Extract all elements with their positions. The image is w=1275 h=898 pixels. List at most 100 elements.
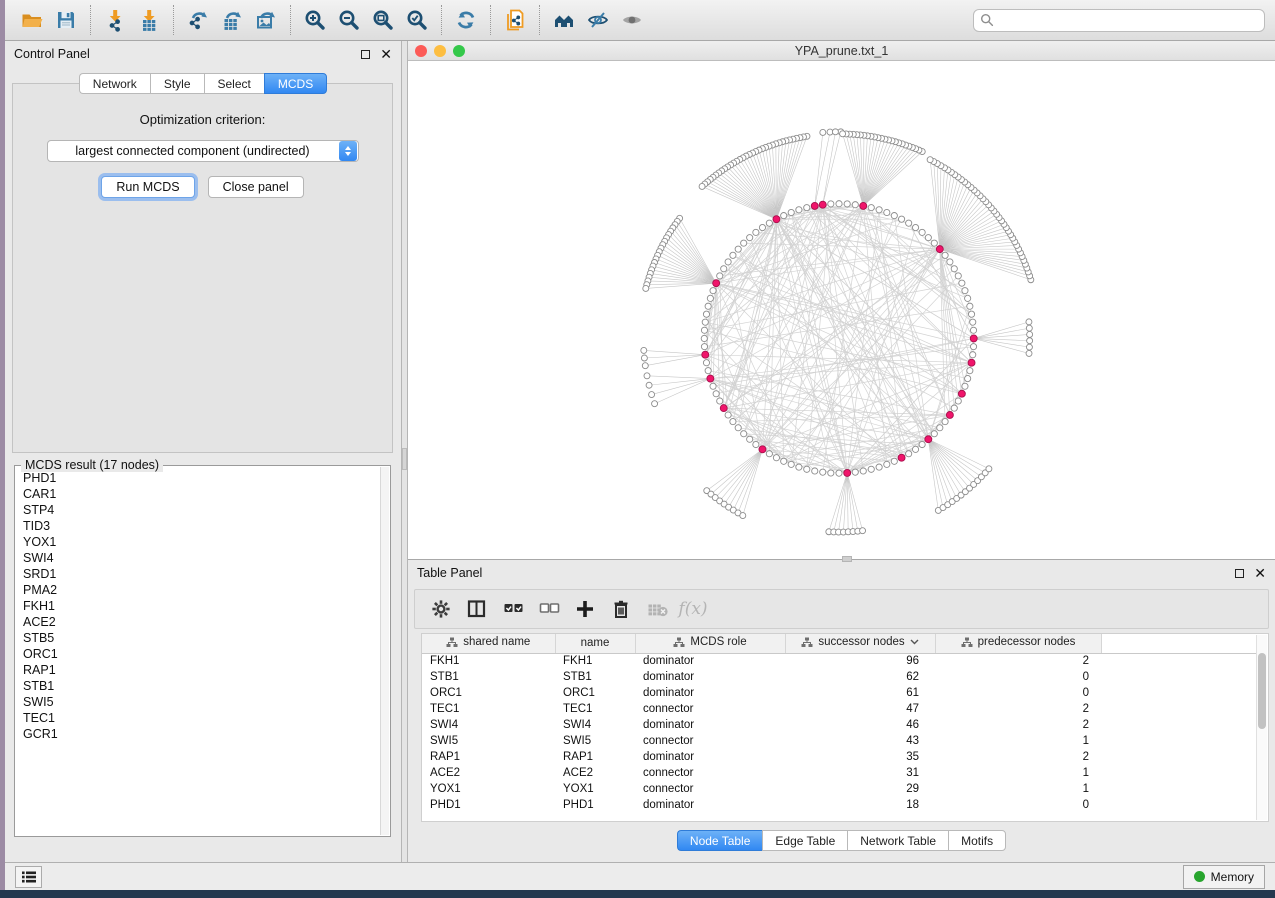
network-node[interactable] [642, 363, 648, 369]
table-cell[interactable]: SWI4 [422, 717, 555, 733]
network-node[interactable] [868, 466, 874, 472]
mcds-node[interactable] [936, 246, 943, 253]
network-node[interactable] [884, 461, 890, 467]
refresh-view-button[interactable] [449, 4, 483, 36]
table-cell[interactable]: ORC1 [422, 685, 555, 701]
network-node[interactable] [735, 246, 741, 252]
network-node[interactable] [947, 259, 953, 265]
table-row[interactable]: TEC1TEC1connector472 [422, 701, 1263, 717]
network-node[interactable] [649, 392, 655, 398]
table-cell[interactable]: STB1 [422, 669, 555, 685]
network-node[interactable] [970, 319, 976, 325]
mcds-result-item[interactable]: PMA2 [16, 582, 379, 598]
network-node[interactable] [868, 205, 874, 211]
network-node[interactable] [781, 458, 787, 464]
export-image-button[interactable] [249, 4, 283, 36]
table-row[interactable]: SWI4SWI4dominator462 [422, 717, 1263, 733]
table-cell[interactable]: RAP1 [422, 749, 555, 765]
network-node[interactable] [705, 303, 711, 309]
network-node[interactable] [906, 220, 912, 226]
table-cell[interactable]: 1 [935, 781, 1101, 797]
table-cell[interactable]: dominator [635, 653, 785, 669]
table-scrollbar-thumb[interactable] [1258, 653, 1266, 729]
tab-style[interactable]: Style [150, 73, 204, 94]
table-cell[interactable]: 46 [785, 717, 935, 733]
table-cell[interactable]: 2 [935, 717, 1101, 733]
network-node[interactable] [730, 252, 736, 258]
network-node[interactable] [710, 383, 716, 389]
network-node[interactable] [725, 412, 731, 418]
network-node[interactable] [703, 360, 709, 366]
mcds-result-item[interactable]: RAP1 [16, 662, 379, 678]
network-node[interactable] [820, 129, 826, 135]
network-node[interactable] [925, 235, 931, 241]
tab-network-table[interactable]: Network Table [847, 830, 948, 851]
network-node[interactable] [701, 344, 707, 350]
network-node[interactable] [759, 224, 765, 230]
network-node[interactable] [937, 425, 943, 431]
network-node[interactable] [735, 425, 741, 431]
network-node[interactable] [721, 266, 727, 272]
network-node[interactable] [906, 451, 912, 457]
zoom-selected-button[interactable] [400, 4, 434, 36]
table-cell[interactable]: 2 [935, 653, 1101, 669]
delete-columns-button[interactable] [603, 593, 639, 625]
network-node[interactable] [747, 436, 753, 442]
import-table-button[interactable] [132, 4, 166, 36]
tab-network[interactable]: Network [79, 73, 150, 94]
column-header-predecessor-nodes[interactable]: predecessor nodes [935, 634, 1101, 653]
zoom-in-button[interactable] [298, 4, 332, 36]
table-cell[interactable]: 2 [935, 749, 1101, 765]
table-cell[interactable]: 31 [785, 765, 935, 781]
network-node[interactable] [931, 431, 937, 437]
table-cell[interactable]: ORC1 [555, 685, 635, 701]
mcds-result-item[interactable]: SWI5 [16, 694, 379, 710]
network-node[interactable] [986, 466, 992, 472]
table-cell[interactable]: SWI5 [555, 733, 635, 749]
network-node[interactable] [766, 451, 772, 457]
table-row[interactable]: RAP1RAP1dominator352 [422, 749, 1263, 765]
table-cell[interactable]: PHD1 [555, 797, 635, 813]
zoom-fit-button[interactable] [366, 4, 400, 36]
table-cell[interactable]: STB1 [555, 669, 635, 685]
network-node[interactable] [725, 259, 731, 265]
network-node[interactable] [1027, 331, 1033, 337]
export-table-button[interactable] [215, 4, 249, 36]
network-node[interactable] [766, 220, 772, 226]
network-node[interactable] [753, 441, 759, 447]
table-row[interactable]: ORC1ORC1dominator610 [422, 685, 1263, 701]
close-panel-button[interactable]: Close panel [208, 176, 304, 198]
table-cell[interactable]: 96 [785, 653, 935, 669]
network-node[interactable] [740, 513, 746, 519]
mcds-node[interactable] [759, 446, 766, 453]
table-row[interactable]: FKH1FKH1dominator962 [422, 653, 1263, 669]
mcds-node[interactable] [702, 351, 709, 358]
network-node[interactable] [955, 273, 961, 279]
table-cell[interactable]: 1 [935, 765, 1101, 781]
table-cell[interactable]: 61 [785, 685, 935, 701]
table-cell[interactable]: YOX1 [422, 781, 555, 797]
network-node[interactable] [753, 229, 759, 235]
table-cell[interactable]: dominator [635, 717, 785, 733]
table-settings-button[interactable] [423, 593, 459, 625]
deselect-all-checks-button[interactable] [531, 593, 567, 625]
mcds-node[interactable] [860, 202, 867, 209]
table-row[interactable]: SWI5SWI5connector431 [422, 733, 1263, 749]
mcds-node[interactable] [968, 359, 975, 366]
open-file-button[interactable] [15, 4, 49, 36]
network-node[interactable] [773, 455, 779, 461]
network-window-titlebar[interactable]: YPA_prune.txt_1 [408, 41, 1275, 61]
network-node[interactable] [717, 273, 723, 279]
mcds-node[interactable] [819, 201, 826, 208]
mcds-result-item[interactable]: TEC1 [16, 710, 379, 726]
table-cell[interactable]: SWI4 [555, 717, 635, 733]
network-node[interactable] [741, 240, 747, 246]
table-cell[interactable]: dominator [635, 797, 785, 813]
network-node[interactable] [788, 209, 794, 215]
mcds-node[interactable] [898, 454, 905, 461]
table-cell[interactable]: RAP1 [555, 749, 635, 765]
close-traffic-light[interactable] [415, 45, 427, 57]
mcds-result-item[interactable]: STB5 [16, 630, 379, 646]
table-cell[interactable]: 1 [935, 733, 1101, 749]
network-node[interactable] [959, 280, 965, 286]
